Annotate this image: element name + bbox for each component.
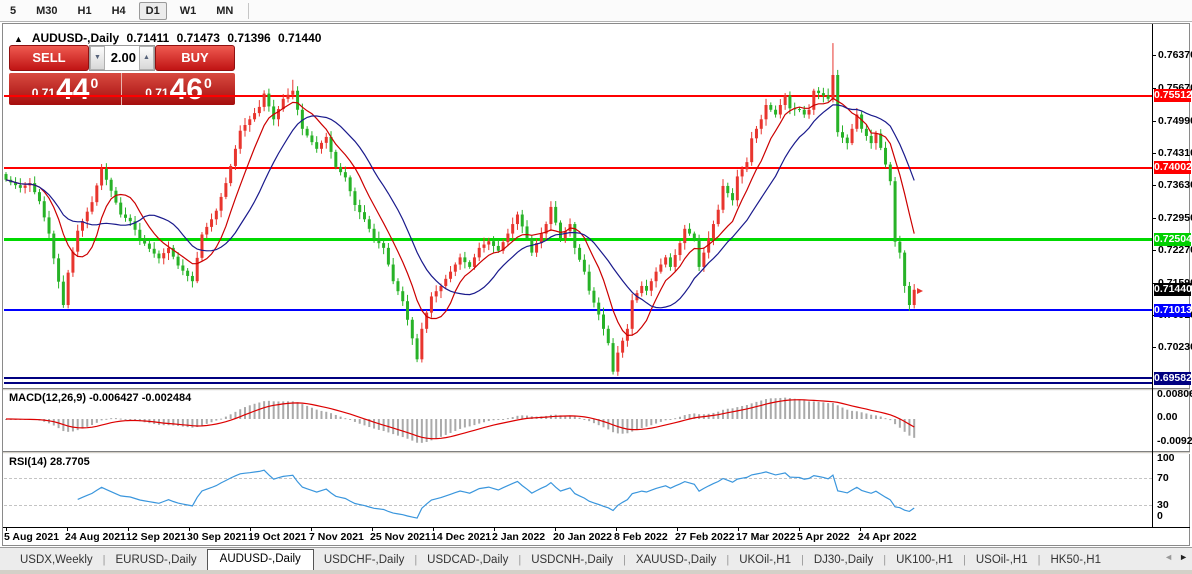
date-tick-label: 7 Nov 2021 <box>309 531 364 543</box>
price-tick-label: 0.74990 <box>1158 114 1192 127</box>
price-badge: 0.72504 <box>1154 232 1192 246</box>
macd-panel[interactable] <box>4 391 1152 451</box>
price-tick-mark <box>1152 120 1156 122</box>
status-strip <box>0 570 1192 574</box>
price-tick-label: 0.76370 <box>1158 49 1192 61</box>
date-tick-label: 12 Sep 2021 <box>126 531 187 543</box>
timeframe-toolbar: 5 M30 H1 H4 D1 W1 MN <box>0 0 1192 22</box>
price-tick-label: 0.74310 <box>1158 147 1192 160</box>
timeframe-button-h4[interactable]: H4 <box>105 2 133 20</box>
date-tick-label: 5 Aug 2021 <box>4 531 60 543</box>
date-tick-label: 5 Apr 2022 <box>797 531 850 543</box>
tab-scroll-arrows: ◄ ► <box>1164 552 1188 562</box>
price-badge: 0.74002 <box>1154 161 1192 175</box>
rsi-panel[interactable] <box>4 454 1152 525</box>
price-tick-mark <box>1152 217 1156 219</box>
timeframe-button-h1[interactable]: H1 <box>71 2 99 20</box>
date-tick-label: 30 Sep 2021 <box>187 531 248 543</box>
price-badge: 0.69582 <box>1154 371 1192 385</box>
date-tick-label: 24 Aug 2021 <box>65 531 126 543</box>
rsi-axis-label: 100 <box>1157 452 1175 464</box>
toolbar-separator <box>248 2 250 19</box>
macd-axis-label: 0.00 <box>1157 411 1178 423</box>
tab-scroll-left-icon[interactable]: ◄ <box>1164 552 1173 562</box>
chart-tab-dj30daily[interactable]: DJ30-,Daily <box>804 551 883 570</box>
price-tick-label: 0.70230 <box>1158 341 1192 354</box>
chart-tab-usdchfdaily[interactable]: USDCHF-,Daily <box>314 551 415 570</box>
chart-tab-uk100h1[interactable]: UK100-,H1 <box>886 551 963 570</box>
chart-tab-usdcnhdaily[interactable]: USDCNH-,Daily <box>521 551 623 570</box>
price-tick-mark <box>1152 347 1156 349</box>
price-badge: 0.71013 <box>1154 303 1192 317</box>
macd-axis-label: -0.00928 <box>1157 435 1192 447</box>
date-tick-label: 19 Oct 2021 <box>248 531 307 543</box>
macd-axis-label: 0.008061 <box>1157 388 1192 400</box>
main-price-chart[interactable] <box>4 26 1152 388</box>
chart-tab-bar: USDX,Weekly | EURUSD-,Daily AUDUSD-,Daily US… <box>0 547 1192 570</box>
price-tick-label: 0.72270 <box>1158 244 1192 257</box>
date-tick-label: 24 Apr 2022 <box>858 531 917 543</box>
chart-tab-xauusddaily[interactable]: XAUUSD-,Daily <box>626 551 727 570</box>
timeframe-button-5[interactable]: 5 <box>3 2 23 20</box>
price-tick-mark <box>1152 55 1156 56</box>
price-axis-divider <box>1152 24 1153 527</box>
chart-tab-usoilh1[interactable]: USOil-,H1 <box>966 551 1038 570</box>
price-badge: 0.75512 <box>1154 89 1192 103</box>
date-tick-label: 17 Mar 2022 <box>736 531 796 543</box>
chart-tab-eurusddaily[interactable]: EURUSD-,Daily <box>106 551 207 570</box>
date-tick-label: 8 Feb 2022 <box>614 531 668 543</box>
price-badge: 0.71440 <box>1154 283 1192 297</box>
price-tick-mark <box>1152 153 1156 155</box>
rsi-axis-label: 0 <box>1157 510 1163 522</box>
time-axis-divider <box>3 527 1190 528</box>
chart-tab-ukoilh1[interactable]: UKOil-,H1 <box>729 551 801 570</box>
date-tick-label: 27 Feb 2022 <box>675 531 735 543</box>
rsi-axis-label: 70 <box>1157 472 1169 484</box>
date-tick-label: 2 Jan 2022 <box>492 531 546 543</box>
date-tick-label: 14 Dec 2021 <box>431 531 492 543</box>
chart-tab-hk50h1[interactable]: HK50-,H1 <box>1041 551 1112 570</box>
timeframe-button-m30[interactable]: M30 <box>29 2 64 20</box>
price-tick-label: 0.72950 <box>1158 211 1192 224</box>
price-tick-mark <box>1152 250 1156 252</box>
timeframe-button-w1[interactable]: W1 <box>173 2 204 20</box>
chart-tab-usdxweekly[interactable]: USDX,Weekly <box>10 551 103 570</box>
timeframe-button-mn[interactable]: MN <box>209 2 240 20</box>
price-tick-mark <box>1152 185 1156 187</box>
trading-platform-screen: 5 M30 H1 H4 D1 W1 MN ▲ AUDUSD-,Daily 0.71411 0… <box>0 0 1192 574</box>
timeframe-button-d1[interactable]: D1 <box>138 1 167 20</box>
chart-tab-usdcaddaily[interactable]: USDCAD-,Daily <box>417 551 518 570</box>
tab-scroll-right-icon[interactable]: ► <box>1179 552 1188 562</box>
date-tick-label: 25 Nov 2021 <box>370 531 431 543</box>
price-tick-label: 0.73630 <box>1158 179 1192 192</box>
date-tick-label: 20 Jan 2022 <box>553 531 612 543</box>
chart-tab-audusddaily[interactable]: AUDUSD-,Daily <box>206 549 314 570</box>
